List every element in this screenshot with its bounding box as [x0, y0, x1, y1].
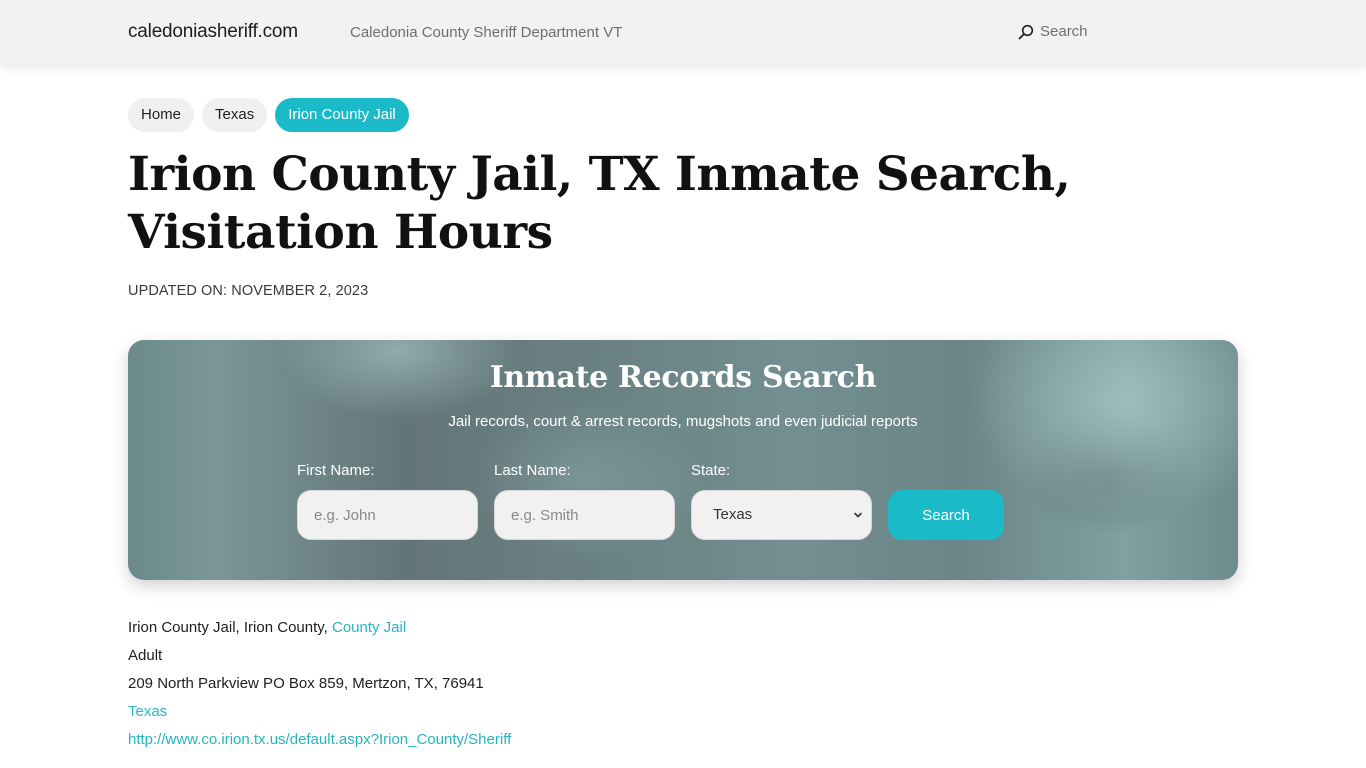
search-panel-title: Inmate Records Search	[489, 360, 877, 395]
site-logo-link[interactable]: caledoniasheriff.com	[128, 21, 298, 43]
site-header: caledoniasheriff.com Caledonia County Sh…	[0, 0, 1366, 66]
facility-name-line: Irion County Jail, Irion County, County …	[128, 618, 511, 646]
last-name-input[interactable]	[494, 490, 675, 540]
search-panel-subtitle: Jail records, court & arrest records, mu…	[448, 413, 918, 430]
facility-name: Irion County Jail, Irion County,	[128, 619, 332, 636]
state-select[interactable]: Texas	[691, 490, 872, 540]
updated-date: UPDATED ON: NOVEMBER 2, 2023	[128, 283, 369, 299]
breadcrumb-home[interactable]: Home	[128, 98, 195, 132]
search-icon	[1018, 24, 1034, 39]
search-button[interactable]: Search	[888, 490, 1004, 540]
last-name-label: Last Name:	[494, 462, 571, 479]
first-name-input[interactable]	[297, 490, 478, 540]
facility-type-link[interactable]: County Jail	[332, 619, 406, 636]
breadcrumb-irion-county-jail[interactable]: Irion County Jail	[275, 98, 409, 132]
state-link[interactable]: Texas	[128, 703, 167, 720]
header-search-label: Search	[1040, 23, 1088, 40]
inmate-search-panel: Inmate Records Search Jail records, cour…	[128, 340, 1238, 580]
page-title: Irion County Jail, TX Inmate Search, Vis…	[128, 147, 1071, 260]
breadcrumb-texas[interactable]: Texas	[202, 98, 268, 132]
header-search-button[interactable]: Search	[1018, 23, 1088, 40]
website-link[interactable]: http://www.co.irion.tx.us/default.aspx?I…	[128, 731, 511, 748]
chevron-down-icon	[854, 512, 862, 518]
first-name-label: First Name:	[297, 462, 375, 479]
facility-category: Adult	[128, 647, 163, 664]
facility-info: Irion County Jail, Irion County, County …	[128, 618, 511, 758]
breadcrumb: Home Texas Irion County Jail	[128, 98, 409, 132]
site-tagline: Caledonia County Sheriff Department VT	[350, 24, 623, 41]
facility-address: 209 North Parkview PO Box 859, Mertzon, …	[128, 675, 484, 692]
state-label: State:	[691, 462, 731, 479]
state-select-value: Texas	[713, 506, 753, 523]
